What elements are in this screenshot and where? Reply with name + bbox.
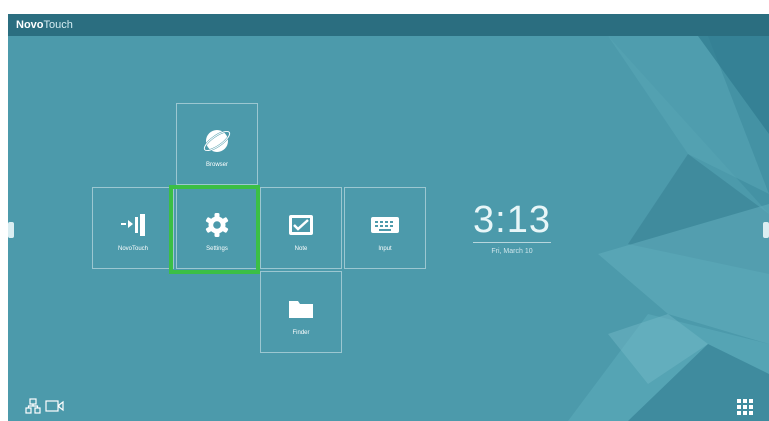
desktop-screen: NovoTouch Browser NovoTouch Settings Not… [8, 14, 769, 421]
network-icon[interactable] [25, 398, 41, 419]
app-brand: NovoTouch [16, 18, 73, 32]
app-grid-icon[interactable] [736, 398, 754, 421]
globe-icon [177, 126, 257, 156]
tile-label: Input [378, 246, 392, 252]
input-icon [345, 210, 425, 240]
brand-name-bold: Novo [16, 19, 44, 31]
selection-highlight [169, 185, 260, 274]
tile-finder[interactable]: Finder [260, 271, 342, 353]
tile-label: Note [294, 246, 308, 252]
folder-icon [261, 294, 341, 324]
tile-input[interactable]: Input [344, 187, 426, 269]
titlebar: NovoTouch [8, 14, 769, 36]
clock-widget: 3:13 Fri, March 10 [471, 199, 553, 256]
bottom-left-toolbar [25, 398, 65, 419]
tile-label: Browser [205, 162, 228, 168]
tile-novotouch[interactable]: NovoTouch [92, 187, 174, 269]
tile-note[interactable]: Note [260, 187, 342, 269]
tile-label: NovoTouch [117, 246, 149, 252]
note-icon [261, 210, 341, 240]
clock-time: 3:13 [473, 199, 551, 241]
right-edge-handle[interactable] [763, 222, 769, 238]
clock-divider [473, 242, 551, 243]
brand-name-light: Touch [43, 19, 73, 31]
tile-browser[interactable]: Browser [176, 103, 258, 185]
novotouch-icon [93, 210, 173, 240]
clock-date: Fri, March 10 [491, 248, 533, 255]
left-edge-handle[interactable] [8, 222, 14, 238]
screen-share-icon[interactable] [45, 398, 65, 419]
tile-label: Finder [292, 330, 310, 336]
